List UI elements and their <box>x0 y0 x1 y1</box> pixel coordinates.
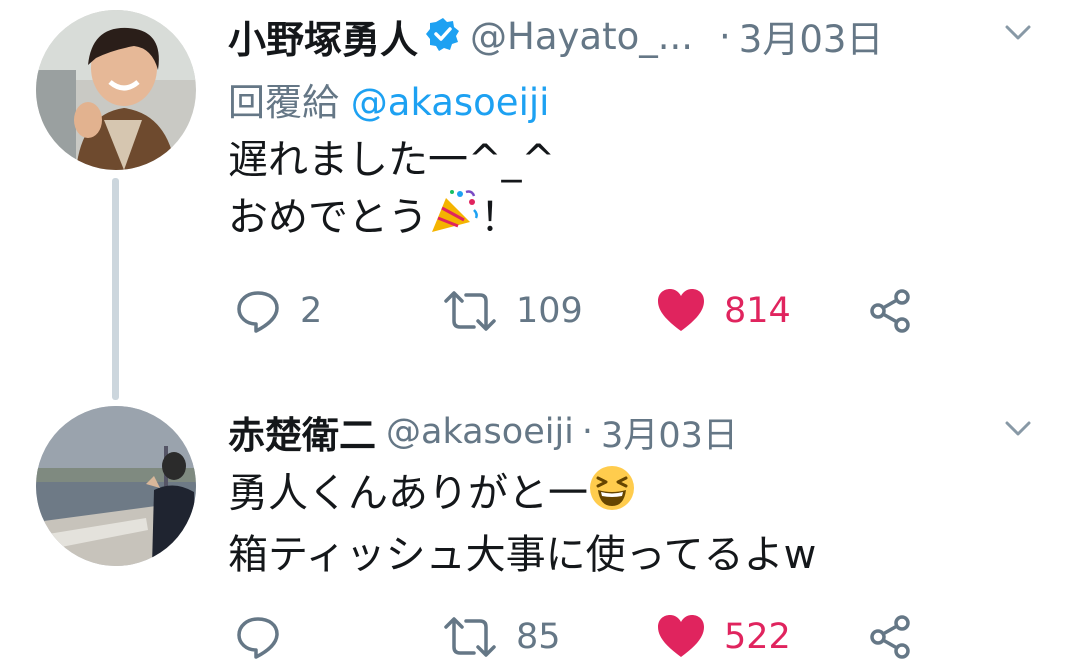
tweet-text-fragment: おめでとう <box>228 194 428 241</box>
share-icon <box>870 615 910 659</box>
avatar[interactable] <box>36 406 196 566</box>
user-handle[interactable]: @akasoeiji <box>386 412 574 452</box>
reply-button[interactable]: 2 <box>234 286 322 336</box>
party-popper-icon <box>428 188 480 251</box>
grinning-squinting-face-icon <box>588 464 636 527</box>
tweet-header: 赤楚衛二 @akasoeiji · 3月03日 <box>228 405 738 459</box>
retweet-icon <box>444 291 496 331</box>
user-handle[interactable]: @Hayato_... <box>470 15 693 58</box>
avatar[interactable] <box>36 10 196 170</box>
retweet-icon <box>444 617 496 657</box>
like-count: 522 <box>724 617 791 657</box>
chevron-down-icon[interactable] <box>1004 18 1032 46</box>
reply-context: 回覆給 @akasoeiji <box>228 72 549 126</box>
heart-filled-icon <box>658 289 704 331</box>
like-button[interactable]: 522 <box>656 612 791 662</box>
share-button[interactable] <box>866 612 914 662</box>
tweet-text-line: おめでとう ！ <box>228 188 555 251</box>
tweet-text: 勇人くんありがと一 箱ティッシュ大事に使ってるよw <box>228 464 816 583</box>
tweet-date[interactable]: 3月03日 <box>739 9 884 63</box>
like-count: 814 <box>724 291 791 331</box>
reply-icon <box>237 291 279 333</box>
tweet-date[interactable]: 3月03日 <box>601 407 738 458</box>
retweet-count: 109 <box>516 291 583 331</box>
tweet-text-line: 遅れました一^_^ <box>228 137 556 183</box>
share-icon <box>870 289 910 333</box>
reply-count: 2 <box>300 291 323 331</box>
thread-connector-line <box>112 178 119 400</box>
tweet-text-line: 箱ティッシュ大事に使ってるよw <box>228 532 817 578</box>
reply-prefix: 回覆給 <box>228 81 339 124</box>
chevron-down-icon[interactable] <box>1004 414 1032 442</box>
reply-button[interactable] <box>234 612 300 662</box>
tweet-text-fragment: 勇人くんありがと一 <box>228 470 588 517</box>
separator-dot: · <box>719 14 731 58</box>
retweet-button[interactable]: 109 <box>442 286 583 336</box>
verified-badge-icon <box>426 17 460 55</box>
retweet-button[interactable]: 85 <box>442 612 561 662</box>
separator-dot: · <box>581 412 594 452</box>
share-button[interactable] <box>866 286 914 336</box>
like-button[interactable]: 814 <box>656 286 791 336</box>
tweet-text-fragment: ！ <box>480 194 520 241</box>
tweet-header: 小野塚勇人 @Hayato_... · 3月03日 <box>228 9 884 63</box>
heart-filled-icon <box>658 615 704 657</box>
tweet-text-line: 勇人くんありがと一 <box>228 464 816 527</box>
display-name[interactable]: 赤楚衛二 <box>228 405 376 459</box>
tweet-actions: 2 109 814 <box>228 286 928 336</box>
display-name[interactable]: 小野塚勇人 <box>228 9 418 64</box>
tweet-actions: 85 522 <box>228 612 928 662</box>
tweet-text: 遅れました一^_^ おめでとう ！ <box>228 132 555 251</box>
reply-mention-link[interactable]: @akasoeiji <box>351 81 550 124</box>
retweet-count: 85 <box>516 617 561 657</box>
reply-icon <box>237 617 279 659</box>
